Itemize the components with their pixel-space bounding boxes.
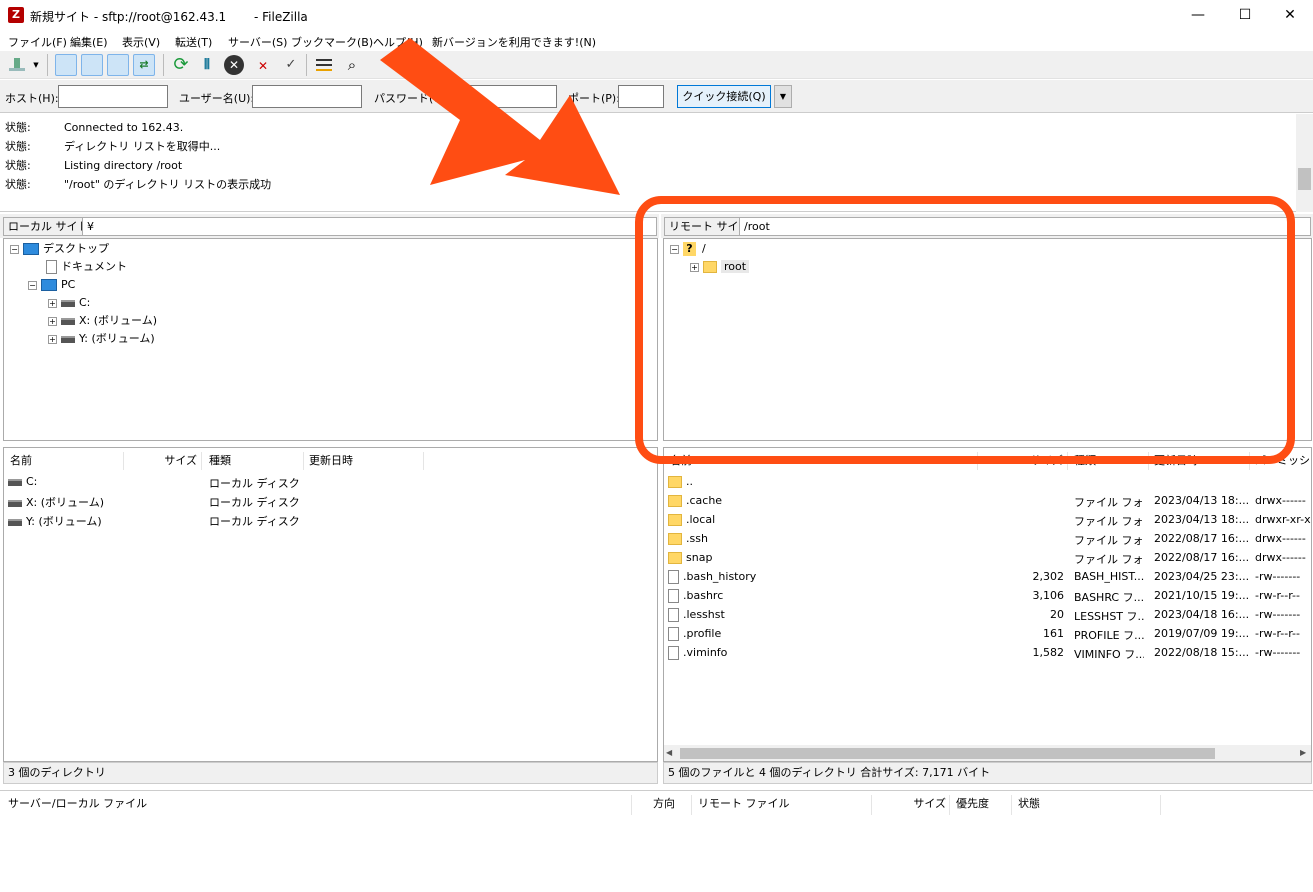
arrow-shape: [380, 38, 620, 195]
highlight-box: [635, 196, 1295, 464]
